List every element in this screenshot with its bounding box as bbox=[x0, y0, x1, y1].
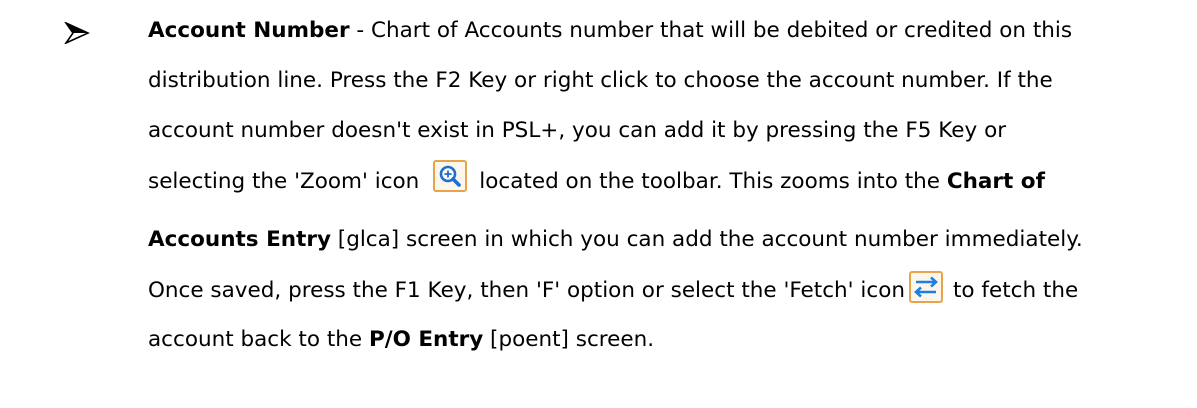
term-po-entry: P/O Entry bbox=[368, 327, 484, 352]
line-2-text: distribution line. Press the F2 Key or r… bbox=[148, 68, 1053, 93]
line-6-text-after-icon: to fetch the bbox=[952, 278, 1079, 303]
paragraph-line-4: selecting the 'Zoom' icon located on the… bbox=[148, 160, 1045, 198]
term-chart-of: Chart of bbox=[946, 169, 1045, 194]
line-4-text-before-icon: selecting the 'Zoom' icon bbox=[148, 169, 420, 194]
term-account-number: Account Number bbox=[148, 18, 350, 43]
paragraph-line-7: account back to the P/O Entry [poent] sc… bbox=[148, 325, 654, 355]
fetch-icon bbox=[908, 271, 943, 303]
paragraph-line-5: Accounts Entry [glca] screen in which yo… bbox=[148, 225, 1083, 255]
line-7-text-after: [poent] screen. bbox=[483, 327, 655, 352]
term-accounts-entry: Accounts Entry bbox=[148, 227, 331, 252]
paragraph-line-6: Once saved, press the F1 Key, then 'F' o… bbox=[148, 271, 1079, 307]
line-1-text: - Chart of Accounts number that will be … bbox=[349, 18, 1073, 43]
paragraph-line-3: account number doesn't exist in PSL+, yo… bbox=[148, 116, 1006, 146]
arrow-bullet-icon bbox=[64, 22, 90, 44]
paragraph-line-1: Account Number - Chart of Accounts numbe… bbox=[148, 16, 1072, 46]
line-6-text-before-icon: Once saved, press the F1 Key, then 'F' o… bbox=[148, 278, 905, 303]
line-7-text-before: account back to the bbox=[148, 327, 369, 352]
line-3-text: account number doesn't exist in PSL+, yo… bbox=[148, 118, 1007, 143]
paragraph-line-2: distribution line. Press the F2 Key or r… bbox=[148, 66, 1053, 96]
line-4-text-after-icon: located on the toolbar. This zooms into … bbox=[479, 169, 947, 194]
line-5-text: [glca] screen in which you can add the a… bbox=[330, 227, 1083, 252]
zoom-icon bbox=[433, 160, 468, 192]
account-number-description: Account Number - Chart of Accounts numbe… bbox=[0, 0, 1197, 408]
